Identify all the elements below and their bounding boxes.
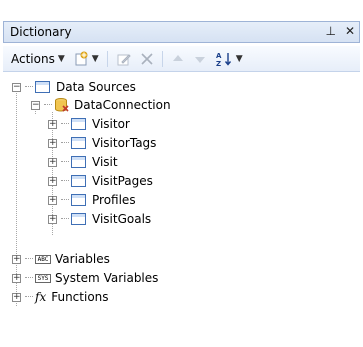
close-icon[interactable]: ✕: [345, 24, 355, 38]
tree-node-table[interactable]: + VisitPages: [48, 172, 153, 190]
title-bar-buttons: ⊥ ✕: [325, 24, 355, 38]
tree-node-table[interactable]: + Profiles: [48, 191, 136, 209]
tree-connector: [61, 161, 69, 163]
tree-connector: [44, 104, 52, 106]
tree-node-data-connection[interactable]: − DataConnection: [31, 96, 171, 114]
chevron-down-icon: ▼: [235, 53, 243, 64]
collapse-toggle[interactable]: −: [12, 82, 21, 92]
tree-connector: [25, 258, 33, 260]
tree-node-label: Visit: [92, 155, 118, 169]
sort-az-icon: A Z: [215, 51, 233, 67]
tree-node-data-sources[interactable]: − Data Sources: [12, 78, 136, 96]
tree-node-label: Data Sources: [56, 80, 136, 94]
tree-connector: [61, 199, 69, 201]
tree-node-variables[interactable]: + ABC Variables: [12, 250, 110, 268]
tree-node-table[interactable]: + Visit: [48, 153, 118, 171]
dictionary-panel: Dictionary ⊥ ✕ Actions ▼ ▼ A Z ▼ − Data …: [0, 0, 363, 347]
expand-toggle[interactable]: +: [12, 273, 21, 283]
edit-button[interactable]: [113, 48, 135, 70]
expand-toggle[interactable]: +: [12, 254, 21, 264]
svg-text:A: A: [216, 52, 222, 60]
tree-connector: [61, 218, 69, 220]
toolbar-separator: [106, 50, 108, 67]
actions-menu-button[interactable]: Actions ▼: [8, 48, 68, 70]
tree-connector: [61, 142, 69, 144]
tree-node-label: Visitor: [92, 117, 130, 131]
toolbar: Actions ▼ ▼ A Z ▼: [3, 46, 360, 72]
function-icon: fx: [35, 290, 47, 304]
tree-node-table[interactable]: + Visitor: [48, 115, 130, 133]
data-sources-icon: [35, 81, 50, 93]
expand-toggle[interactable]: +: [48, 138, 57, 148]
table-icon: [71, 213, 86, 225]
database-connection-icon: [54, 97, 70, 113]
tree-connector: [25, 86, 33, 88]
system-variables-icon: SYS: [35, 273, 51, 283]
actions-label: Actions: [11, 51, 55, 66]
tree-node-label: Variables: [55, 252, 110, 266]
pin-icon[interactable]: ⊥: [325, 24, 335, 38]
panel-title: Dictionary: [10, 25, 72, 39]
chevron-down-icon: ▼: [91, 53, 99, 64]
expand-toggle[interactable]: +: [48, 157, 57, 167]
tree-node-label: VisitPages: [92, 174, 153, 188]
expand-toggle[interactable]: +: [48, 195, 57, 205]
new-item-icon: [73, 51, 89, 67]
move-down-icon: [193, 52, 207, 66]
move-up-button[interactable]: [168, 48, 188, 70]
table-icon: [71, 156, 86, 168]
tree-node-label: Functions: [51, 290, 109, 304]
tree-node-label: VisitorTags: [92, 136, 157, 150]
sort-button[interactable]: A Z ▼: [212, 48, 246, 70]
tree-connector: [61, 123, 69, 125]
tree-node-label: VisitGoals: [92, 212, 152, 226]
dictionary-tree: − Data Sources − DataConnection + Visito…: [3, 74, 360, 342]
delete-icon: [140, 52, 154, 66]
expand-toggle[interactable]: +: [12, 292, 21, 302]
variables-icon: ABC: [35, 254, 51, 264]
new-item-button[interactable]: ▼: [70, 48, 102, 70]
delete-button[interactable]: [137, 48, 157, 70]
expand-toggle[interactable]: +: [48, 119, 57, 129]
toolbar-separator: [161, 50, 163, 67]
tree-connector: [25, 296, 33, 298]
table-icon: [71, 175, 86, 187]
move-up-icon: [171, 52, 185, 66]
panel-title-bar: Dictionary ⊥ ✕: [3, 21, 360, 43]
chevron-down-icon: ▼: [57, 53, 65, 64]
svg-text:Z: Z: [216, 60, 221, 67]
table-icon: [71, 137, 86, 149]
table-icon: [71, 194, 86, 206]
tree-connector: [61, 180, 69, 182]
expand-toggle[interactable]: +: [48, 176, 57, 186]
tree-node-label: System Variables: [55, 271, 159, 285]
tree-node-label: DataConnection: [74, 98, 171, 112]
tree-node-system-variables[interactable]: + SYS System Variables: [12, 269, 158, 287]
tree-node-functions[interactable]: + fx Functions: [12, 288, 109, 306]
tree-node-table[interactable]: + VisitGoals: [48, 210, 151, 228]
tree-node-table[interactable]: + VisitorTags: [48, 134, 156, 152]
table-icon: [71, 118, 86, 130]
move-down-button[interactable]: [190, 48, 210, 70]
tree-connector: [25, 277, 33, 279]
edit-icon: [116, 51, 132, 67]
tree-node-label: Profiles: [92, 193, 136, 207]
expand-toggle[interactable]: +: [48, 214, 57, 224]
collapse-toggle[interactable]: −: [31, 100, 40, 110]
